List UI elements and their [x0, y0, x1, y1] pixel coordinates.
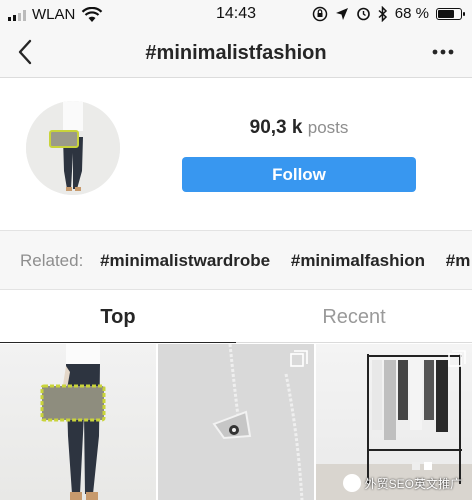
- wechat-logo-icon: [342, 474, 361, 492]
- posts-stat: 90,3 k posts: [182, 117, 416, 139]
- posts-label: posts: [307, 118, 349, 137]
- rotation-lock-icon: [312, 6, 328, 21]
- post-image: [40, 344, 106, 500]
- posts-count: 90,3 k: [249, 117, 303, 138]
- location-icon: [335, 7, 348, 20]
- post-thumbnail[interactable]: [0, 344, 156, 500]
- more-options-icon[interactable]: [428, 42, 458, 62]
- related-tag[interactable]: #m: [446, 251, 471, 270]
- post-thumbnail[interactable]: [158, 344, 314, 500]
- post-thumbnail[interactable]: 外贸SEO英文推广: [316, 344, 472, 500]
- hashtag-avatar: [26, 101, 120, 195]
- battery-icon: [436, 7, 465, 20]
- page-title: #minimalistfashion: [145, 42, 327, 64]
- post-tabs: Top Recent: [0, 291, 472, 343]
- back-arrow-icon[interactable]: [12, 37, 42, 67]
- follow-button[interactable]: Follow: [182, 157, 416, 192]
- status-bar: WLAN 14:43 68 %: [0, 0, 472, 28]
- avatar-image: [26, 101, 120, 195]
- post-grid: 外贸SEO英文推广: [0, 344, 472, 500]
- alarm-icon: [356, 7, 370, 21]
- bluetooth-icon: [378, 5, 387, 22]
- battery-percent: 68 %: [394, 5, 429, 22]
- status-right: 68 %: [312, 5, 465, 22]
- tab-top[interactable]: Top: [0, 291, 236, 343]
- hashtag-header: 90,3 k posts Follow: [0, 79, 472, 229]
- multiple-posts-icon: [290, 350, 308, 367]
- nav-bar: #minimalistfashion: [0, 28, 472, 78]
- related-tag[interactable]: #minimalistwardrobe: [100, 251, 270, 270]
- watermark: 外贸SEO英文推广: [342, 474, 462, 492]
- related-tag[interactable]: #minimalfashion: [291, 251, 425, 270]
- related-label: Related:: [20, 251, 84, 270]
- tab-recent[interactable]: Recent: [236, 291, 472, 343]
- related-hashtags-bar: Related: #minimalistwardrobe #minimalfas…: [0, 230, 472, 290]
- multiple-posts-icon: [448, 350, 466, 367]
- watermark-text: 外贸SEO英文推广: [364, 476, 462, 491]
